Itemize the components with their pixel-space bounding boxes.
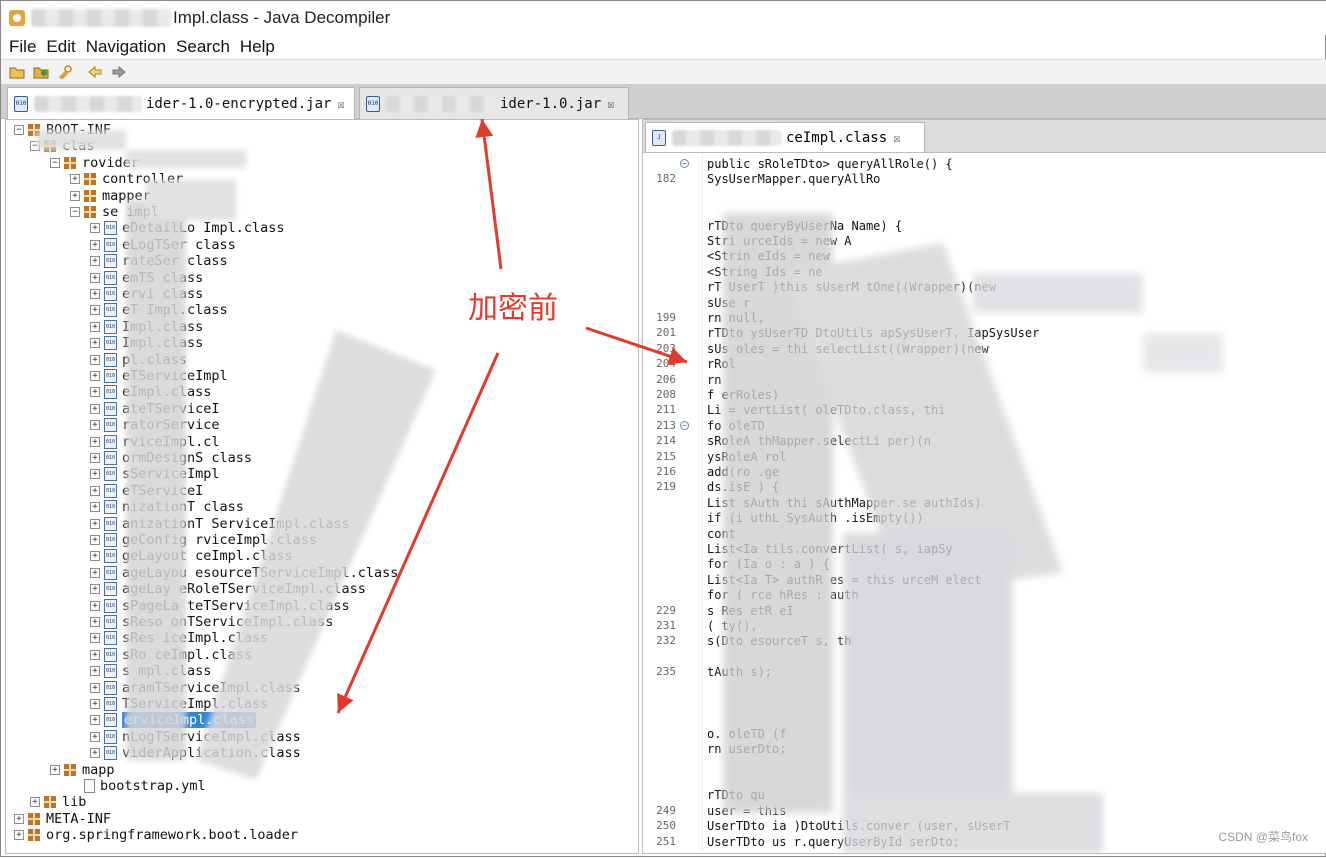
- menu-search[interactable]: Search: [176, 37, 230, 57]
- search-icon[interactable]: [55, 63, 75, 81]
- back-arrow-icon[interactable]: [85, 63, 105, 81]
- jar-tab-label: ider-1.0.jar: [500, 95, 602, 112]
- close-tab-icon[interactable]: ☒: [337, 97, 344, 111]
- jar-file-icon: 010: [14, 95, 28, 112]
- menu-edit[interactable]: Edit: [46, 37, 75, 57]
- menu-bar: File Edit Navigation Search Help: [1, 35, 1326, 59]
- window-title: Impl.class - Java Decompiler: [173, 8, 391, 27]
- menu-help[interactable]: Help: [240, 37, 275, 57]
- menu-navigation[interactable]: Navigation: [86, 37, 166, 57]
- open-folder-icon[interactable]: [7, 63, 27, 81]
- tab-name-redacted: [386, 95, 496, 112]
- code-redaction-blur: [723, 213, 1223, 853]
- open-type-icon[interactable]: [31, 63, 51, 81]
- code-tab-redacted: [672, 129, 782, 146]
- redaction-blur: [36, 130, 436, 780]
- watermark: CSDN @菜鸟fox: [1218, 830, 1308, 844]
- class-file-icon: J: [652, 129, 666, 146]
- title-redacted: [31, 9, 171, 27]
- annotation-label: 加密前: [468, 292, 558, 325]
- decompiler-window: Impl.class - Java Decompiler File Edit N…: [0, 0, 1326, 857]
- close-tab-icon[interactable]: ☒: [607, 97, 614, 111]
- title-bar: Impl.class - Java Decompiler: [1, 1, 1326, 35]
- code-tab-label: ceImpl.class: [786, 129, 888, 146]
- jar-tab-label: ider-1.0-encrypted.jar: [146, 95, 332, 112]
- toolbar: [1, 59, 1326, 85]
- jar-tab-encrypted[interactable]: 010 ider-1.0-encrypted.jar ☒: [7, 87, 355, 119]
- jar-tab-original[interactable]: 010 ider-1.0.jar ☒: [359, 87, 629, 119]
- java-decompiler-app-icon: [9, 10, 25, 26]
- tab-name-redacted: [34, 95, 142, 112]
- jar-tab-bar: 010 ider-1.0-encrypted.jar ☒ 010 ider-1.…: [1, 85, 1326, 119]
- jar-file-icon: 010: [366, 95, 380, 112]
- code-tab[interactable]: J ceImpl.class ☒: [645, 122, 925, 152]
- code-pane[interactable]: J ceImpl.class ☒ −182 199 201 203 204 206 208 2…: [642, 119, 1326, 854]
- package-tree-pane[interactable]: −BOOT-INF−clas−rovider+controller+mapper…: [5, 119, 639, 854]
- close-tab-icon[interactable]: ☒: [893, 131, 900, 145]
- forward-arrow-icon[interactable]: [109, 63, 129, 81]
- menu-file[interactable]: File: [9, 37, 36, 57]
